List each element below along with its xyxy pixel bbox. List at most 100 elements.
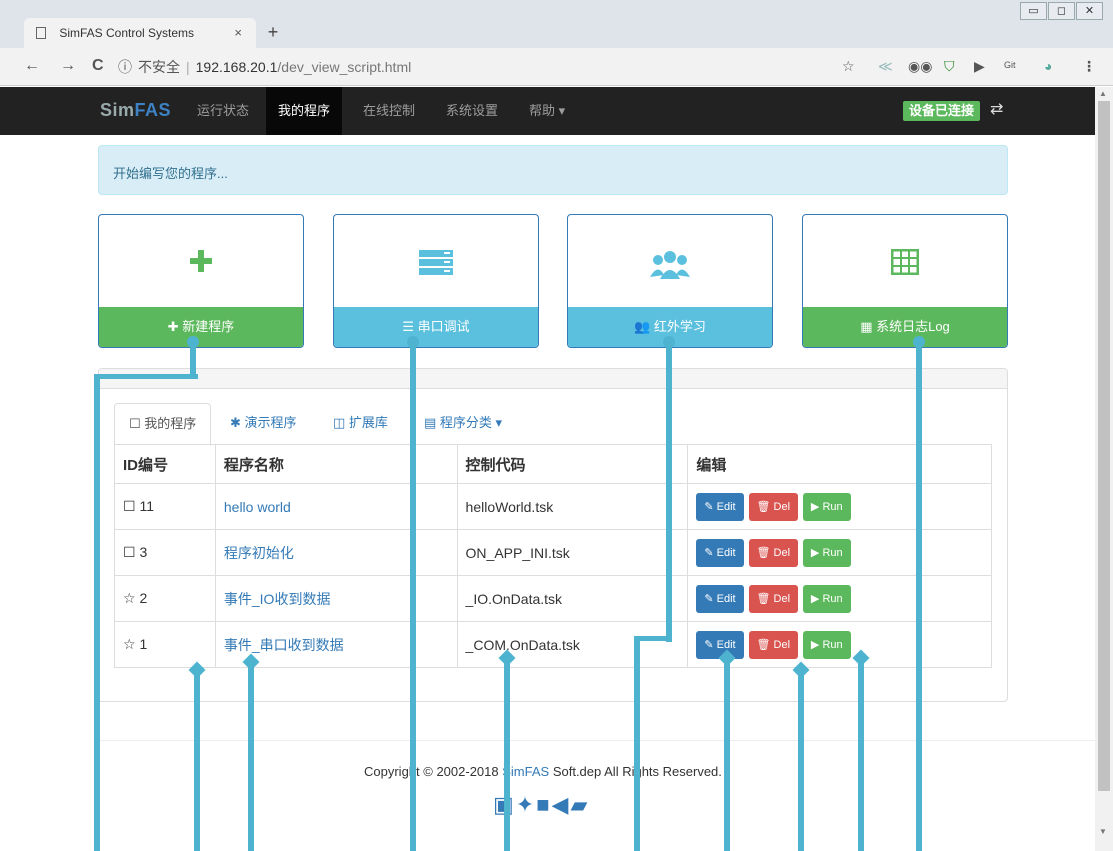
- users-icon: [568, 249, 772, 284]
- run-button[interactable]: ▶ Run: [802, 492, 851, 521]
- nav-online-control[interactable]: 在线控制: [351, 87, 427, 135]
- new-tab-button[interactable]: +: [262, 22, 284, 44]
- edit-button[interactable]: ✎ Edit: [696, 584, 744, 613]
- card-new-program-label[interactable]: ✚ 新建程序: [99, 307, 303, 347]
- info-icon[interactable]: ⓘ: [118, 59, 132, 75]
- close-window-button[interactable]: ✕: [1076, 2, 1103, 20]
- copyright-prefix: Copyright © 2002-2018: [364, 764, 503, 779]
- card-infrared-learn[interactable]: 👥 红外学习: [567, 214, 773, 348]
- annotation-line: [94, 374, 100, 851]
- url-field[interactable]: ⓘ 不安全 | 192.168.20.1/dev_view_script.html: [118, 57, 411, 77]
- program-name-link[interactable]: 事件_IO收到数据: [224, 591, 331, 607]
- maximize-button[interactable]: ◻: [1048, 2, 1075, 20]
- column-header-name: 程序名称: [214, 444, 458, 484]
- scroll-up-arrow-icon[interactable]: ▲: [1099, 89, 1107, 98]
- row-actions: ✎ Edit 🗑 Del ▶ Run: [687, 575, 992, 622]
- twitter-icon[interactable]: ✦: [516, 792, 536, 817]
- tab-program-category-dropdown[interactable]: ▤ 程序分类 ▾: [410, 403, 516, 445]
- row-code: ON_APP_INI.tsk: [456, 529, 689, 576]
- tab-demo-programs[interactable]: ✱ 演示程序: [216, 403, 311, 445]
- card-serial-debug[interactable]: ☰ 串口调试: [333, 214, 539, 348]
- column-header-code: 控制代码: [456, 444, 689, 484]
- row-id: ☆ 2: [114, 575, 216, 622]
- row-actions: ✎ Edit 🗑 Del ▶ Run: [687, 483, 992, 530]
- url-separator: |: [186, 59, 190, 75]
- brand-prefix: Sim: [100, 100, 135, 120]
- card-system-log[interactable]: ▦ 系统日志Log: [802, 214, 1008, 348]
- edit-button[interactable]: ✎ Edit: [696, 492, 744, 521]
- extension-play-icon[interactable]: ▶: [974, 58, 985, 75]
- edit-button[interactable]: ✎ Edit: [696, 630, 744, 659]
- row-name-cell: 事件_IO收到数据: [214, 575, 458, 622]
- annotation-line: [504, 658, 510, 851]
- close-tab-icon[interactable]: ×: [234, 25, 242, 40]
- table-row: ☆ 2 事件_IO收到数据 _IO.OnData.tsk ✎ Edit 🗑 De…: [114, 575, 992, 622]
- card-serial-debug-label[interactable]: ☰ 串口调试: [334, 307, 538, 347]
- row-name-cell: hello world: [214, 483, 458, 530]
- run-button[interactable]: ▶ Run: [802, 538, 851, 567]
- nav-system-settings[interactable]: 系统设置: [434, 87, 510, 135]
- annotation-line: [798, 670, 804, 851]
- edit-button[interactable]: ✎ Edit: [696, 538, 744, 567]
- back-icon[interactable]: ←: [24, 57, 40, 75]
- run-button[interactable]: ▶ Run: [802, 584, 851, 613]
- scrollbar-thumb[interactable]: [1098, 101, 1110, 791]
- server-icon: [334, 249, 538, 280]
- extension-arrow-icon[interactable]: ≪: [878, 58, 893, 75]
- scroll-down-arrow-icon[interactable]: ▼: [1099, 827, 1107, 836]
- annotation-line: [916, 342, 922, 851]
- document-icon: [36, 27, 46, 39]
- card-system-log-label[interactable]: ▦ 系统日志Log: [803, 307, 1007, 347]
- book-icon[interactable]: ▰: [570, 792, 589, 817]
- row-id: ☐ 11: [114, 483, 216, 530]
- page-scrollbar[interactable]: ▲ ▼: [1095, 87, 1113, 851]
- row-id: ☆ 1: [114, 621, 216, 668]
- address-bar: ← → C ⓘ 不安全 | 192.168.20.1/dev_view_script.…: [0, 48, 1113, 86]
- programs-table: ID编号 程序名称 控制代码 编辑 ☐ 11 hello world hello…: [114, 444, 992, 668]
- annotation-line: [858, 658, 864, 851]
- annotation-line: [248, 662, 254, 851]
- annotation-marker: [407, 336, 419, 348]
- run-button[interactable]: ▶ Run: [802, 630, 851, 659]
- extension-shield-icon[interactable]: ⛉: [944, 58, 955, 75]
- annotation-marker: [663, 336, 675, 348]
- extension-circle-icon[interactable]: ◕: [1044, 58, 1052, 74]
- nav-help-dropdown[interactable]: 帮助 ▾: [517, 87, 577, 135]
- row-code: helloWorld.tsk: [456, 483, 689, 530]
- nav-run-status[interactable]: 运行状态: [185, 87, 261, 135]
- bookmark-star-icon[interactable]: ☆: [842, 58, 855, 75]
- delete-button[interactable]: 🗑 Del: [748, 492, 799, 521]
- tab-my-programs[interactable]: ☐ 我的程序: [114, 403, 212, 446]
- tab-extension-library[interactable]: ◫ 扩展库: [319, 403, 402, 445]
- video-icon[interactable]: ■◀: [536, 792, 570, 817]
- card-new-program[interactable]: ✚ 新建程序: [98, 214, 304, 348]
- program-name-link[interactable]: 事件_串口收到数据: [224, 637, 344, 653]
- info-alert: 开始编写您的程序...: [98, 145, 1008, 195]
- url-path: /dev_view_script.html: [277, 59, 412, 75]
- browser-tab[interactable]: SimFAS Control Systems ×: [24, 18, 256, 48]
- security-label: 不安全: [138, 59, 180, 75]
- column-header-id: ID编号: [114, 444, 216, 484]
- extension-gitzip-icon[interactable]: Git: [1004, 60, 1016, 70]
- nav-my-programs[interactable]: 我的程序: [266, 87, 343, 135]
- program-name-link[interactable]: hello world: [224, 499, 291, 515]
- reload-icon[interactable]: C: [92, 57, 104, 75]
- table-row: ☐ 3 程序初始化 ON_APP_INI.tsk ✎ Edit 🗑 Del ▶ …: [114, 529, 992, 576]
- minimize-button[interactable]: ▭: [1020, 2, 1047, 20]
- delete-button[interactable]: 🗑 Del: [748, 630, 799, 659]
- brand-logo[interactable]: SimFAS: [100, 100, 171, 121]
- row-actions: ✎ Edit 🗑 Del ▶ Run: [687, 529, 992, 576]
- exchange-icon[interactable]: ⇄: [990, 99, 1003, 119]
- delete-button[interactable]: 🗑 Del: [748, 538, 799, 567]
- extension-glasses-icon[interactable]: ◉◉: [908, 58, 932, 75]
- browser-menu-icon[interactable]: ⋮: [1082, 58, 1096, 75]
- forward-icon[interactable]: →: [60, 57, 76, 75]
- delete-button[interactable]: 🗑 Del: [748, 584, 799, 613]
- annotation-line: [666, 342, 672, 642]
- annotation-line: [194, 670, 200, 851]
- plus-icon: [99, 249, 303, 276]
- copyright-text: Copyright © 2002-2018 SimFAS Soft.dep Al…: [364, 764, 722, 779]
- row-id: ☐ 3: [114, 529, 216, 576]
- program-name-link[interactable]: 程序初始化: [224, 545, 294, 561]
- annotation-line: [724, 658, 730, 851]
